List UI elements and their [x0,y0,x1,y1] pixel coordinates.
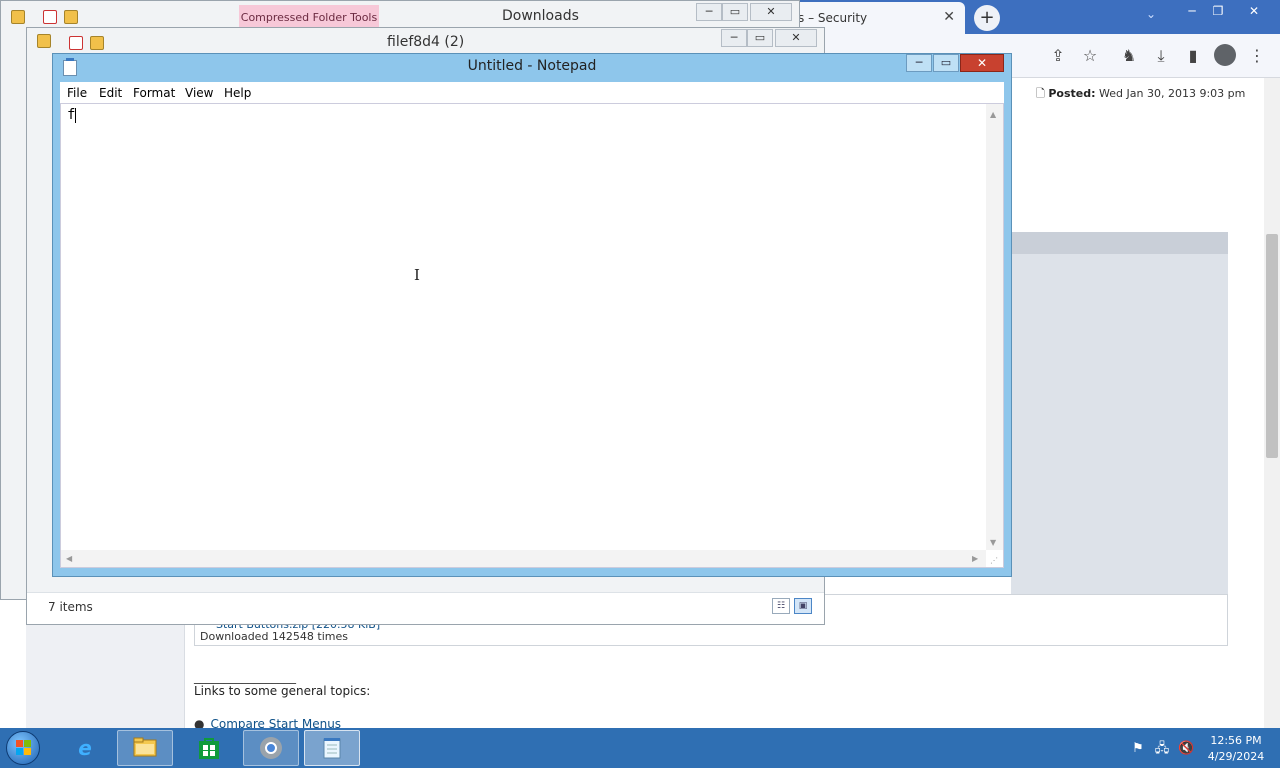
properties-icon[interactable] [43,10,57,24]
download-count: Downloaded 142548 times [200,630,348,643]
notepad-title: Untitled - Notepad [467,58,597,74]
large-icons-view-icon[interactable]: ▣ [794,598,812,614]
signature-divider: _________________ [194,670,296,684]
resize-grip-icon[interactable]: ⋰ [990,556,998,565]
document-icon: 🗋 [1036,87,1045,100]
ibeam-cursor-icon: I [414,266,420,284]
clock-date: 4/29/2024 [1207,750,1265,763]
scroll-up-icon[interactable]: ▲ [990,110,996,119]
window-title: Downloads [502,8,579,24]
sidebar-icon[interactable]: ▮ [1182,45,1204,67]
browser-tab-title: s – Security [798,11,868,25]
browser-close-button[interactable]: ✕ [1240,2,1268,20]
windows-logo-icon [16,740,32,756]
extensions-icon[interactable]: ♞ [1118,45,1140,67]
network-icon[interactable]: 🖧 [1154,741,1170,757]
maximize-button[interactable]: ▭ [722,3,748,21]
menu-help[interactable]: Help [224,86,251,100]
action-center-flag-icon[interactable]: ⚑ [1130,741,1146,757]
explorer-status-bar [27,592,824,624]
tab-search-icon[interactable]: ⌄ [1146,7,1156,21]
share-icon[interactable]: ⇪ [1047,45,1069,67]
properties-icon[interactable] [69,36,83,50]
browser-minimize-button[interactable]: ─ [1178,2,1206,20]
kebab-menu-icon[interactable]: ⋮ [1246,45,1268,67]
scroll-left-icon[interactable]: ◀ [66,554,72,563]
text-caret [75,108,76,123]
menu-edit[interactable]: Edit [99,86,122,100]
minimize-button[interactable]: ─ [721,29,747,47]
menu-format[interactable]: Format [133,86,175,100]
new-folder-icon[interactable] [64,10,78,24]
menu-file[interactable]: File [67,86,87,100]
notepad-maximize-button[interactable]: ▭ [933,54,959,72]
browser-restore-button[interactable]: ❐ [1204,2,1232,20]
maximize-button[interactable]: ▭ [747,29,773,47]
download-icon[interactable]: ⤓ [1150,45,1172,67]
window-title: filef8d4 (2) [387,34,465,50]
new-folder-icon[interactable] [90,36,104,50]
horizontal-scrollbar[interactable] [61,550,986,567]
notepad-minimize-button[interactable]: ─ [906,54,932,72]
new-tab-button[interactable]: + [974,5,1000,31]
volume-muted-icon[interactable]: 🔇 [1178,741,1194,757]
attachment-header [1011,232,1228,254]
browser-scrollbar-thumb[interactable] [1266,234,1278,458]
system-clock[interactable]: 12:56 PM 4/29/2024 [1200,733,1272,765]
chrome-icon [259,736,283,760]
store-icon [197,736,221,760]
star-icon[interactable]: ☆ [1079,45,1101,67]
folder-icon [37,34,51,48]
post-timestamp: 🗋 Posted: Wed Jan 30, 2013 9:03 pm [1036,87,1246,100]
notepad-text-area[interactable] [60,103,1004,568]
close-button[interactable]: ✕ [750,3,792,21]
signature-heading: Links to some general topics: [194,684,371,698]
clock-time: 12:56 PM [1210,734,1262,747]
menu-view[interactable]: View [185,86,213,100]
internet-explorer-icon: e [78,736,92,760]
minimize-button[interactable]: ─ [696,3,722,21]
close-button[interactable]: ✕ [775,29,817,47]
item-count: 7 items [48,600,93,614]
attachment-area [1011,254,1228,594]
scroll-right-icon[interactable]: ▶ [972,554,978,563]
file-explorer-icon [133,736,157,760]
profile-icon[interactable] [1214,44,1236,66]
details-view-icon[interactable]: ☷ [772,598,790,614]
notepad-close-button[interactable]: ✕ [960,54,1004,72]
notepad-icon [320,736,344,760]
folder-icon [11,10,25,24]
scroll-down-icon[interactable]: ▼ [990,538,996,547]
vertical-scrollbar[interactable] [986,104,1003,550]
close-icon[interactable]: ✕ [943,9,955,25]
